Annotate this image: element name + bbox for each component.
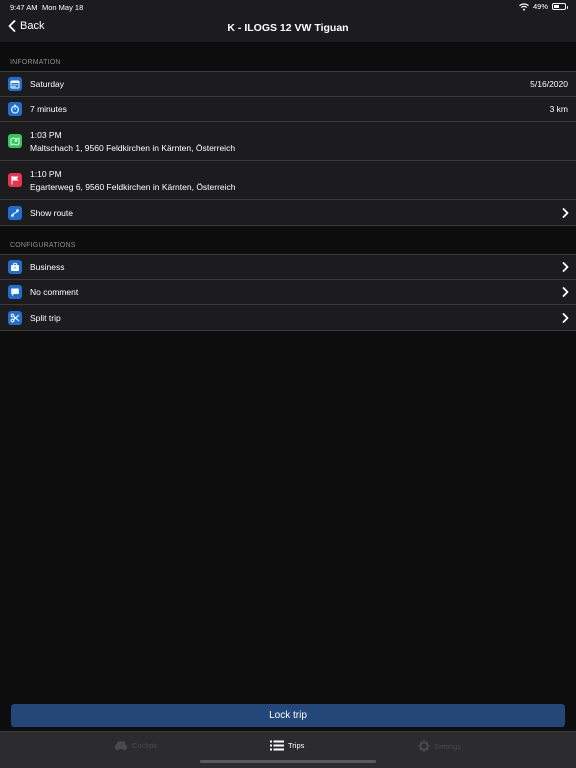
tab-cockpit[interactable]: Cockpit	[114, 740, 157, 751]
stopwatch-icon	[8, 102, 22, 116]
trip-distance: 3 km	[549, 104, 568, 114]
scissors-icon	[8, 310, 22, 325]
trip-duration: 7 minutes	[30, 104, 67, 114]
configurations-group: Business No comment Split trip	[0, 254, 576, 331]
end-time: 1:10 PM	[30, 169, 62, 179]
start-address: Maltschach 1, 9560 Feldkirchen in Kärnte…	[30, 143, 236, 153]
battery-icon	[552, 3, 568, 10]
trip-day: Saturday	[30, 79, 65, 89]
chevron-right-icon	[562, 262, 569, 272]
end-row: 1:10 PM Egarterweg 6, 9560 Feldkirchen i…	[0, 161, 576, 200]
duration-row: 7 minutes 3 km	[0, 97, 576, 122]
chevron-right-icon	[562, 287, 569, 297]
tab-cockpit-label: Cockpit	[132, 741, 158, 750]
wifi-icon	[519, 2, 529, 11]
trip-date: 5/16/2020	[530, 79, 568, 89]
battery-percent: 49%	[532, 2, 548, 11]
status-bar: 9:47 AM Mon May 18 49%	[0, 0, 576, 14]
trip-type-row[interactable]: Business	[0, 255, 576, 280]
information-group: Saturday 5/16/2020 7 minutes 3 km 1:03 P…	[0, 71, 576, 226]
gear-icon	[418, 740, 430, 752]
status-right: 49%	[519, 2, 568, 11]
chevron-right-icon	[562, 207, 569, 218]
start-row: 1:03 PM Maltschach 1, 9560 Feldkirchen i…	[0, 122, 576, 161]
split-trip-label: Split trip	[30, 312, 61, 323]
map-start-icon	[8, 134, 22, 148]
route-icon	[8, 205, 22, 220]
end-info: 1:10 PM Egarterweg 6, 9560 Feldkirchen i…	[30, 168, 236, 194]
status-date: Mon May 18	[42, 3, 84, 12]
list-icon	[270, 740, 284, 751]
show-route-row[interactable]: Show route	[0, 200, 576, 225]
information-header: INFORMATION	[10, 59, 61, 66]
tab-settings-label: Settings	[434, 741, 462, 751]
status-time: 9:47 AM	[10, 3, 38, 12]
configurations-header: CONFIGURATIONS	[10, 242, 76, 249]
comment-row[interactable]: No comment	[0, 280, 576, 305]
start-info: 1:03 PM Maltschach 1, 9560 Feldkirchen i…	[30, 129, 235, 155]
car-icon	[115, 741, 127, 751]
split-trip-row[interactable]: Split trip	[0, 305, 576, 330]
comment-icon	[8, 285, 22, 299]
tab-trips-label: Trips	[288, 741, 305, 750]
briefcase-icon	[8, 260, 22, 274]
lock-trip-button[interactable]: Lock trip	[11, 704, 565, 727]
page-title: K - ILOGS 12 VW Tiguan	[227, 22, 349, 34]
trip-type-label: Business	[30, 262, 65, 272]
calendar-icon	[8, 77, 22, 91]
home-indicator	[200, 760, 376, 763]
tab-settings[interactable]: Settings	[418, 740, 461, 752]
flag-icon	[8, 173, 22, 187]
show-route-label: Show route	[30, 207, 73, 218]
end-address: Egarterweg 6, 9560 Feldkirchen in Kärnte…	[30, 182, 236, 192]
chevron-right-icon	[562, 312, 569, 323]
date-row: Saturday 5/16/2020	[0, 72, 576, 97]
nav-bar: Back K - ILOGS 12 VW Tiguan	[0, 14, 576, 42]
tab-trips[interactable]: Trips	[270, 740, 304, 751]
start-time: 1:03 PM	[30, 130, 62, 140]
comment-label: No comment	[30, 287, 79, 297]
